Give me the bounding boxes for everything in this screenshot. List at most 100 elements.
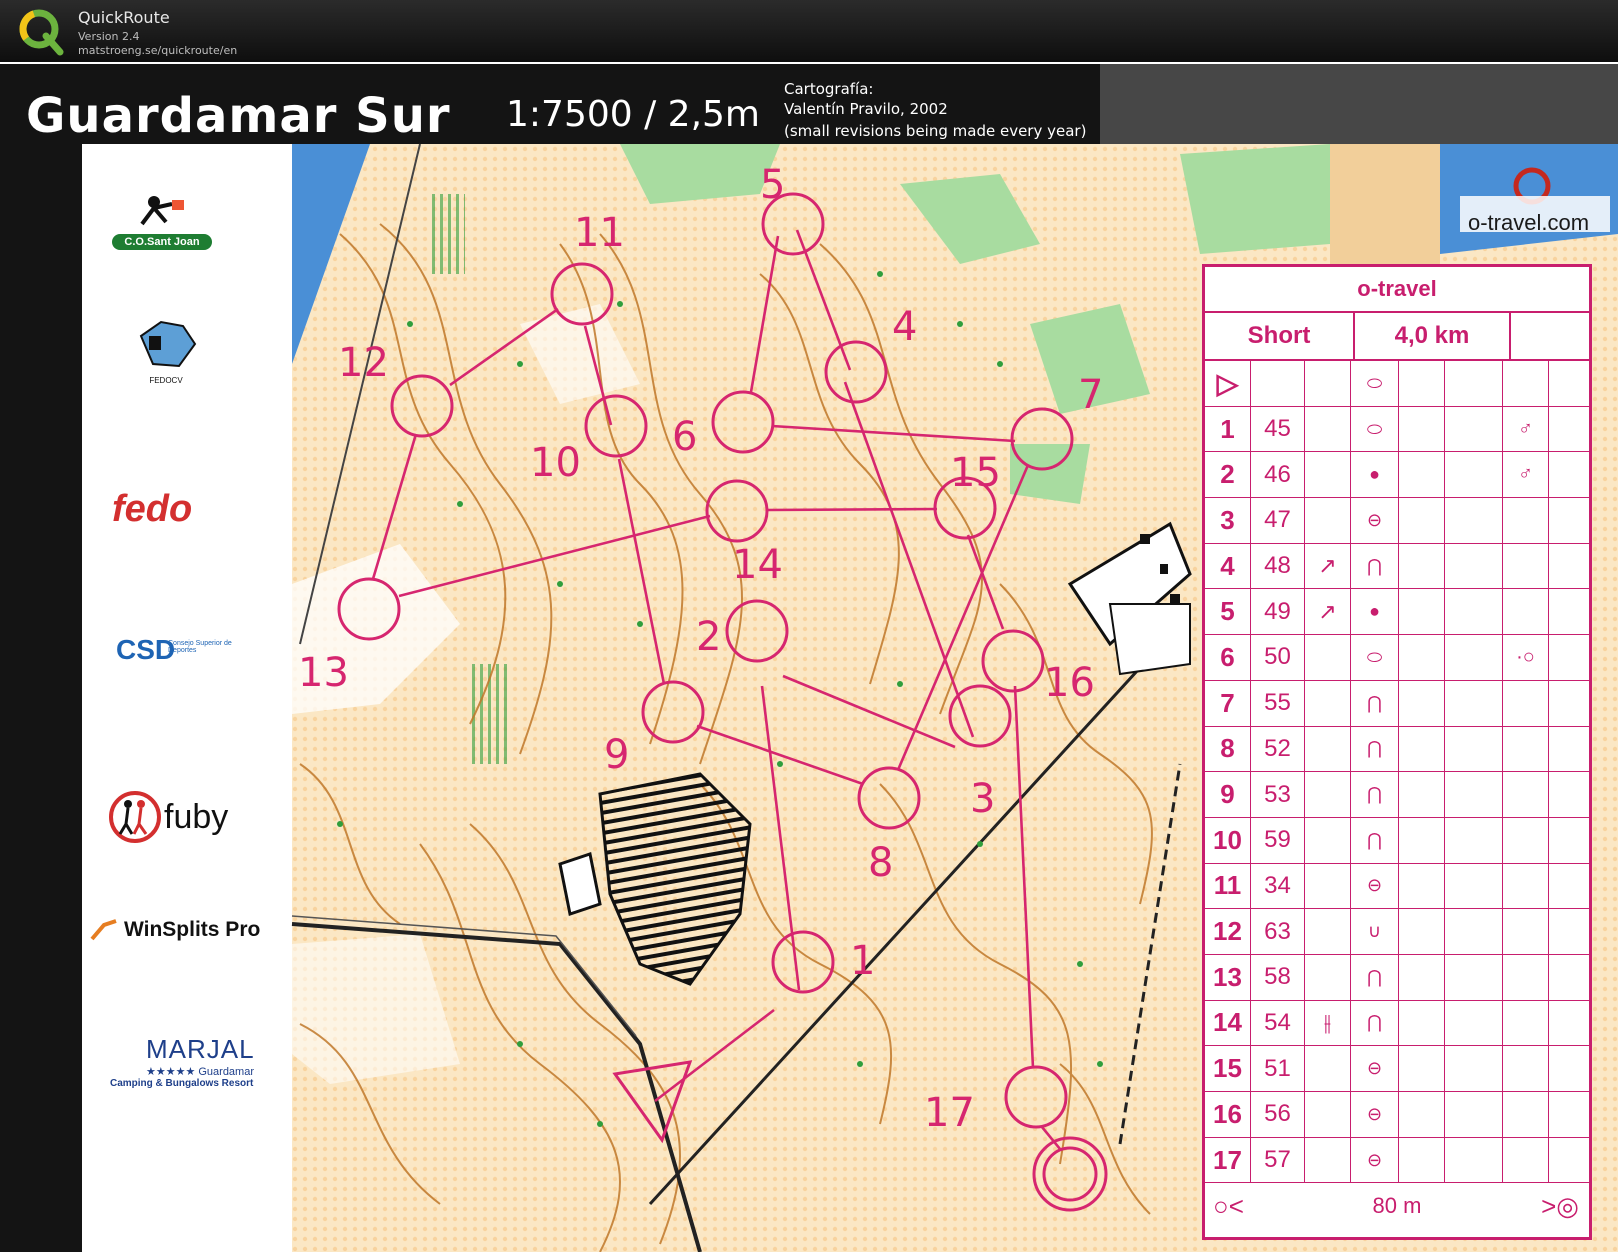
desc-row-dimension xyxy=(1399,452,1445,498)
desc-row-direction xyxy=(1305,406,1351,452)
desc-row-number: 11 xyxy=(1205,863,1251,909)
title-bar: QuickRoute Version 2.4 matstroeng.se/qui… xyxy=(0,0,1618,62)
desc-row-code: 53 xyxy=(1251,772,1305,817)
sponsor-marjal-sub: ★★★★★ Guardamar xyxy=(146,1066,254,1078)
fedocv-map-icon xyxy=(139,320,197,368)
desc-row-detail xyxy=(1445,1000,1503,1046)
desc-row-dimension xyxy=(1399,954,1445,1000)
desc-row-feature-icon: ⋂ xyxy=(1351,1000,1399,1046)
desc-event-name: o-travel xyxy=(1205,267,1589,313)
desc-row-feature-icon: ⋂ xyxy=(1351,954,1399,1000)
desc-row-code: 45 xyxy=(1251,406,1305,452)
desc-header-row: Short 4,0 km xyxy=(1205,313,1589,361)
desc-row-code: 47 xyxy=(1251,498,1305,543)
app-url[interactable]: matstroeng.se/quickroute/en xyxy=(78,44,237,57)
control-number-16: 16 xyxy=(1044,660,1095,706)
desc-row-detail xyxy=(1445,909,1503,954)
desc-row: 16 56 ⊖ xyxy=(1205,1092,1589,1138)
desc-row-direction xyxy=(1305,954,1351,1000)
desc-row-code: 49 xyxy=(1251,589,1305,635)
desc-row-appearance-icon xyxy=(1503,863,1549,909)
desc-row-detail xyxy=(1445,406,1503,452)
desc-row-appearance-icon: ♂ xyxy=(1503,452,1549,498)
desc-row-appearance-icon xyxy=(1503,543,1549,589)
desc-row-dimension xyxy=(1399,1092,1445,1137)
desc-row: 4 48 ↗ ⋂ xyxy=(1205,543,1589,590)
desc-row-direction xyxy=(1305,726,1351,772)
control-number-8: 8 xyxy=(868,840,893,886)
desc-row-direction xyxy=(1305,863,1351,909)
desc-row-dimension xyxy=(1399,1046,1445,1091)
desc-row: 1 45 ⬭ ♂ xyxy=(1205,406,1589,453)
desc-row-code: 56 xyxy=(1251,1092,1305,1137)
sponsor-fuby: fuby xyxy=(108,790,238,844)
desc-row-direction xyxy=(1305,817,1351,863)
desc-row-feature-icon: ⋂ xyxy=(1351,726,1399,772)
desc-row-feature-icon: ⋂ xyxy=(1351,817,1399,863)
desc-row-appearance-icon xyxy=(1503,498,1549,543)
desc-row-appearance-icon xyxy=(1503,1137,1549,1183)
desc-row-feature-icon: ⋂ xyxy=(1351,680,1399,726)
desc-row-appearance-icon xyxy=(1503,726,1549,772)
map-title: Guardamar Sur xyxy=(26,88,451,144)
desc-row: 10 59 ⋂ xyxy=(1205,817,1589,864)
desc-row-appearance-icon xyxy=(1503,680,1549,726)
control-number-7: 7 xyxy=(1078,372,1103,418)
desc-row-direction xyxy=(1305,680,1351,726)
sponsor-fedocv: FEDOCV xyxy=(126,316,206,385)
desc-row-extra xyxy=(1549,864,1589,909)
sponsor-marjal-resort: Camping & Bungalows Resort xyxy=(110,1078,254,1089)
desc-row-feature-icon: ● xyxy=(1351,452,1399,498)
desc-row-dimension xyxy=(1399,635,1445,680)
control-number-4: 4 xyxy=(892,304,917,350)
desc-row-extra xyxy=(1549,407,1589,452)
runner-icon xyxy=(140,196,184,226)
desc-row-extra xyxy=(1549,589,1589,634)
desc-row-direction xyxy=(1305,772,1351,817)
desc-row-dimension xyxy=(1399,817,1445,863)
desc-row-number: 14 xyxy=(1205,1000,1251,1046)
desc-row-code: 46 xyxy=(1251,452,1305,498)
desc-row-number: 17 xyxy=(1205,1137,1251,1183)
control-number-3: 3 xyxy=(970,776,995,822)
desc-row-code: 34 xyxy=(1251,863,1305,909)
desc-row-extra xyxy=(1549,544,1589,589)
desc-row-appearance-icon xyxy=(1503,589,1549,635)
desc-row-number: 3 xyxy=(1205,498,1251,543)
desc-row-feature-icon: ⋂ xyxy=(1351,772,1399,817)
desc-row-extra xyxy=(1549,727,1589,772)
desc-row-dimension xyxy=(1399,680,1445,726)
desc-row-number: 5 xyxy=(1205,589,1251,635)
desc-row-extra xyxy=(1549,1046,1589,1091)
header-fade xyxy=(1100,64,1618,144)
control-number-10: 10 xyxy=(530,440,581,486)
otravel-website: o-travel.com xyxy=(1468,210,1590,235)
desc-row-direction xyxy=(1305,1137,1351,1183)
desc-row-extra xyxy=(1549,452,1589,497)
desc-row-number: 6 xyxy=(1205,635,1251,680)
desc-row: 17 57 ⊖ xyxy=(1205,1137,1589,1184)
control-number-14: 14 xyxy=(732,542,783,588)
desc-row-detail xyxy=(1445,954,1503,1000)
desc-row-number: 16 xyxy=(1205,1092,1251,1137)
desc-row-code: 52 xyxy=(1251,726,1305,772)
desc-row-detail xyxy=(1445,543,1503,589)
desc-row-dimension xyxy=(1399,543,1445,589)
desc-row-direction: ↗ xyxy=(1305,589,1351,635)
desc-length: 4,0 km xyxy=(1355,313,1511,359)
finish-funnel-icon: ○< xyxy=(1213,1190,1244,1221)
desc-row: 7 55 ⋂ xyxy=(1205,680,1589,727)
desc-row-dimension xyxy=(1399,1000,1445,1046)
desc-row-number: 1 xyxy=(1205,406,1251,452)
desc-row-code: 54 xyxy=(1251,1000,1305,1046)
desc-row: 2 46 ● ♂ xyxy=(1205,452,1589,499)
sponsor-fedo: fedo xyxy=(112,488,232,531)
desc-row-feature-icon: ⊖ xyxy=(1351,1092,1399,1137)
control-number-5: 5 xyxy=(760,162,785,208)
map-view[interactable]: 1 2 3 4 5 6 7 8 9 10 11 12 13 14 15 16 1… xyxy=(0,64,1618,1252)
desc-row-number: 10 xyxy=(1205,817,1251,863)
cartography-author: Valentín Pravilo, 2002 xyxy=(784,100,948,118)
winsplits-icon xyxy=(90,919,117,941)
desc-row: 8 52 ⋂ xyxy=(1205,726,1589,773)
desc-row-extra xyxy=(1549,681,1589,726)
